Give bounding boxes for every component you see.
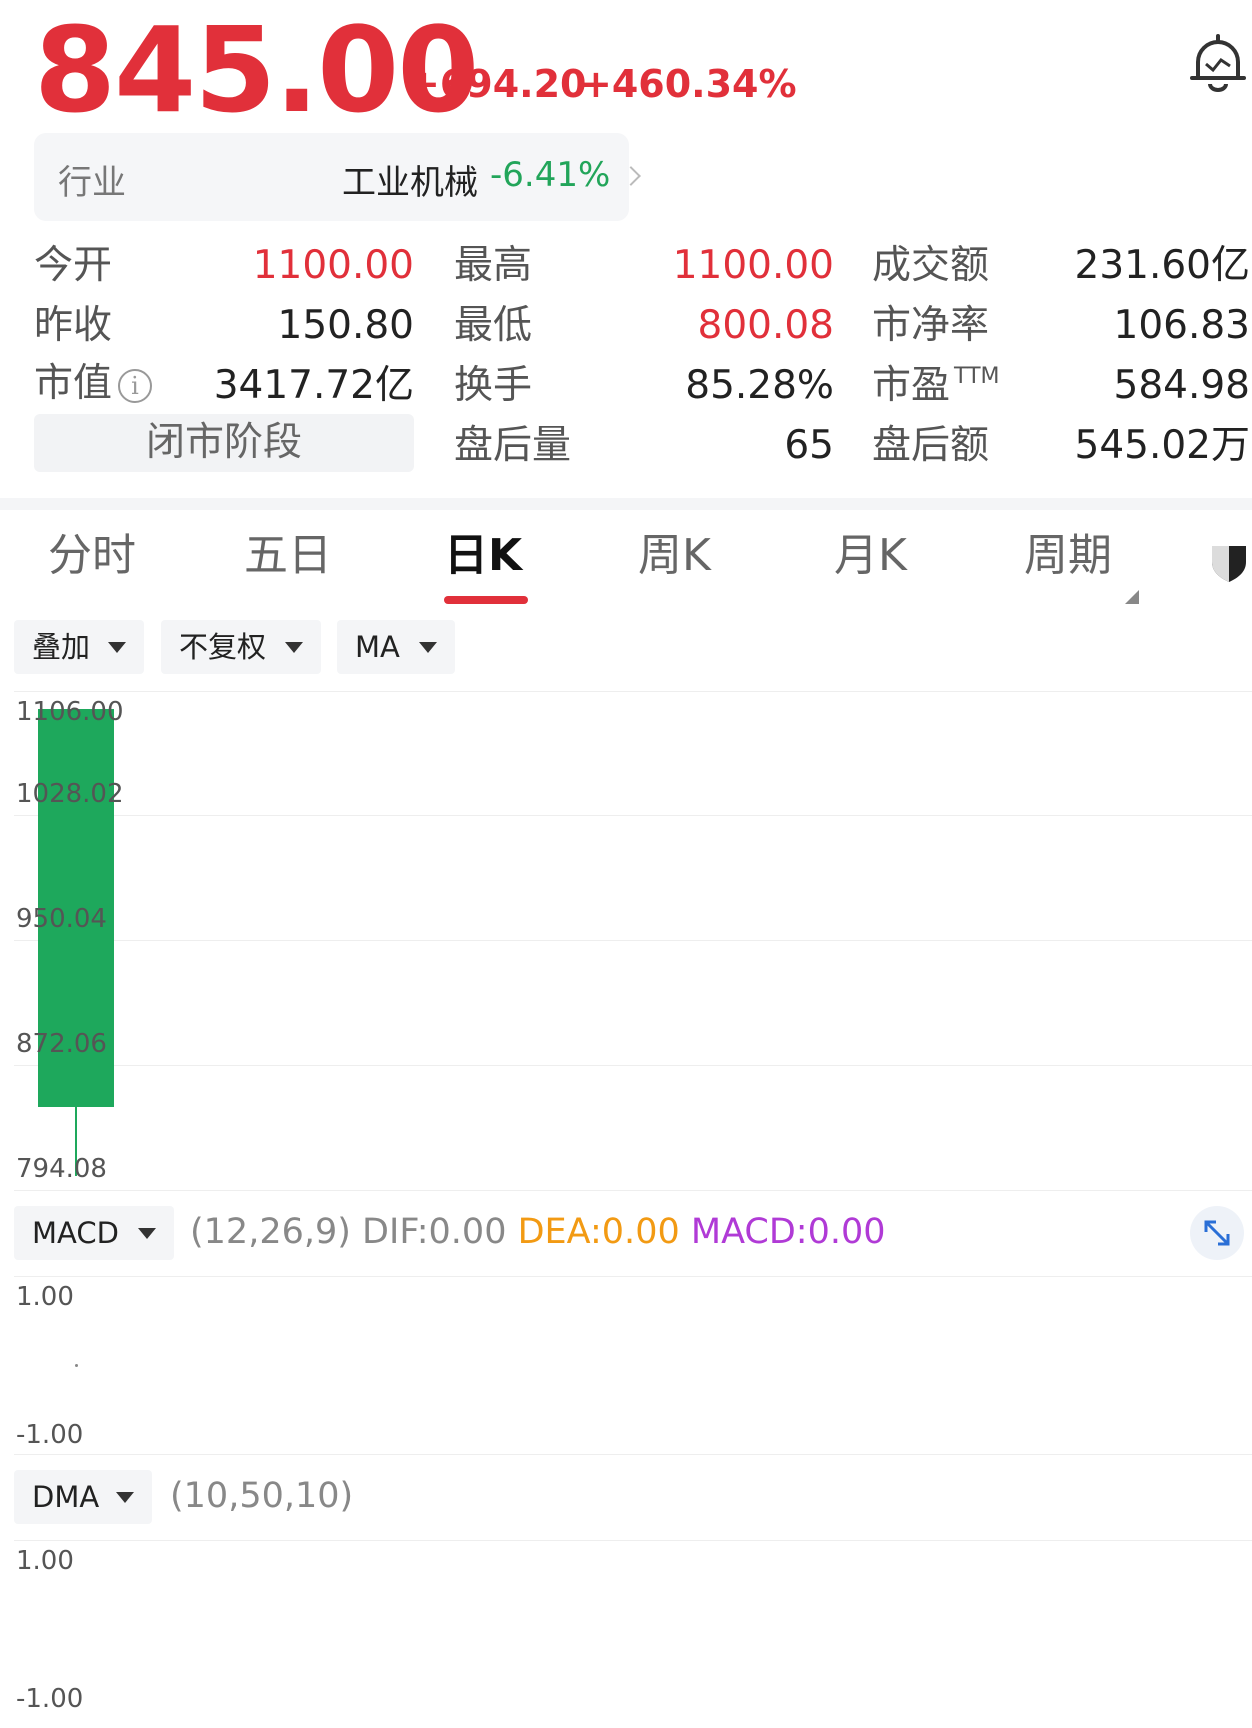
period-dropdown-corner-icon [1125, 590, 1139, 604]
prev-close-label: 昨收 [34, 303, 113, 348]
overlay-dropdown[interactable]: 叠加 [14, 620, 144, 674]
market-cap-value: 3417.72亿 [213, 363, 414, 408]
macd-dropdown[interactable]: MACD [14, 1206, 174, 1260]
ma-dropdown[interactable]: MA [337, 620, 455, 674]
y-tick-label: 1106.00 [16, 697, 124, 727]
tab-weekly-k[interactable]: 周K [638, 530, 711, 583]
industry-name: 工业机械 [342, 163, 478, 203]
grid-line [14, 815, 1252, 816]
active-tab-indicator [444, 596, 528, 604]
shield-icon[interactable] [1208, 540, 1250, 584]
dma-y-bottom: -1.00 [16, 1684, 84, 1714]
macd-y-bottom: -1.00 [16, 1420, 84, 1450]
y-tick-label: 872.06 [16, 1029, 107, 1059]
adjust-dropdown[interactable]: 不复权 [161, 620, 321, 674]
price-change: +694.20 [408, 62, 587, 106]
overlay-dropdown-label: 叠加 [32, 630, 91, 664]
grid-line [14, 1065, 1252, 1066]
pb-label: 市净率 [872, 303, 990, 348]
industry-change-pct: -6.41% [490, 155, 611, 195]
section-divider [0, 498, 1252, 510]
dma-dropdown[interactable]: DMA [14, 1470, 152, 1524]
industry-bar[interactable]: 行业 工业机械 -6.41% [34, 133, 641, 221]
tab-period[interactable]: 周期 [1024, 530, 1112, 583]
y-tick-label: 950.04 [16, 904, 107, 934]
turnover-amount-value: 231.60亿 [1074, 243, 1250, 288]
caret-down-icon [285, 642, 303, 653]
tab-daily-k[interactable]: 日K [444, 530, 522, 583]
turnover-rate-value: 85.28% [685, 363, 834, 408]
grid-line [14, 1454, 1252, 1455]
expand-icon[interactable] [1190, 1206, 1244, 1260]
after-hours-volume-value: 65 [784, 423, 834, 468]
pe-label-group: 市盈 TTM [872, 363, 1000, 408]
low-value: 800.08 [697, 303, 834, 348]
turnover-amount-label: 成交额 [872, 243, 990, 288]
macd-y-top: 1.00 [16, 1282, 74, 1312]
after-hours-amount-value: 545.02万 [1074, 423, 1250, 468]
dma-dropdown-label: DMA [32, 1480, 100, 1514]
tab-intraday[interactable]: 分时 [48, 530, 136, 583]
grid-line [14, 1190, 1252, 1191]
ma-dropdown-label: MA [355, 630, 400, 664]
macd-point [75, 1364, 78, 1367]
info-icon[interactable]: i [118, 368, 153, 403]
grid-line [14, 691, 1252, 692]
after-hours-amount-label: 盘后额 [872, 423, 990, 468]
market-phase-badge: 闭市阶段 [34, 414, 414, 472]
caret-down-icon [138, 1228, 156, 1239]
low-label: 最低 [454, 303, 533, 348]
grid-line [14, 940, 1252, 941]
macd-dropdown-label: MACD [32, 1216, 119, 1250]
tab-five-day[interactable]: 五日 [244, 530, 332, 583]
macd-params: (12,26,9) [190, 1212, 351, 1252]
pe-label: 市盈 [872, 363, 951, 408]
macd-dif: DIF:0.00 [362, 1212, 507, 1252]
dma-params: (10,50,10) [170, 1476, 354, 1516]
grid-line [14, 1540, 1252, 1541]
macd-values: (12,26,9) DIF:0.00 DEA:0.00 MACD:0.00 [190, 1212, 886, 1252]
open-label: 今开 [34, 243, 113, 288]
market-cap-label-group[interactable]: 市值 i [34, 361, 153, 406]
pe-value: 584.98 [1113, 363, 1250, 408]
price-change-pct: +460.34% [580, 62, 797, 106]
tab-monthly-k[interactable]: 月K [834, 530, 907, 583]
caret-down-icon [419, 642, 437, 653]
market-cap-label: 市值 [34, 361, 113, 406]
macd-dea: DEA:0.00 [517, 1212, 680, 1252]
turnover-rate-label: 换手 [454, 363, 533, 408]
prev-close-value: 150.80 [277, 303, 414, 348]
chevron-right-icon [621, 166, 641, 186]
y-tick-label: 794.08 [16, 1154, 107, 1184]
y-tick-label: 1028.02 [16, 779, 124, 809]
after-hours-volume-label: 盘后量 [454, 423, 572, 468]
price-alert-bell-icon[interactable] [1188, 32, 1248, 96]
pe-ttm-sup: TTM [954, 364, 1000, 389]
high-value: 1100.00 [672, 243, 834, 288]
grid-line [14, 1276, 1252, 1277]
open-value: 1100.00 [252, 243, 414, 288]
high-label: 最高 [454, 243, 533, 288]
pb-value: 106.83 [1113, 303, 1250, 348]
caret-down-icon [108, 642, 126, 653]
adjust-dropdown-label: 不复权 [179, 630, 267, 664]
dma-y-top: 1.00 [16, 1546, 74, 1576]
macd-macd: MACD:0.00 [690, 1212, 886, 1252]
caret-down-icon [116, 1492, 134, 1503]
industry-label: 行业 [58, 163, 126, 203]
